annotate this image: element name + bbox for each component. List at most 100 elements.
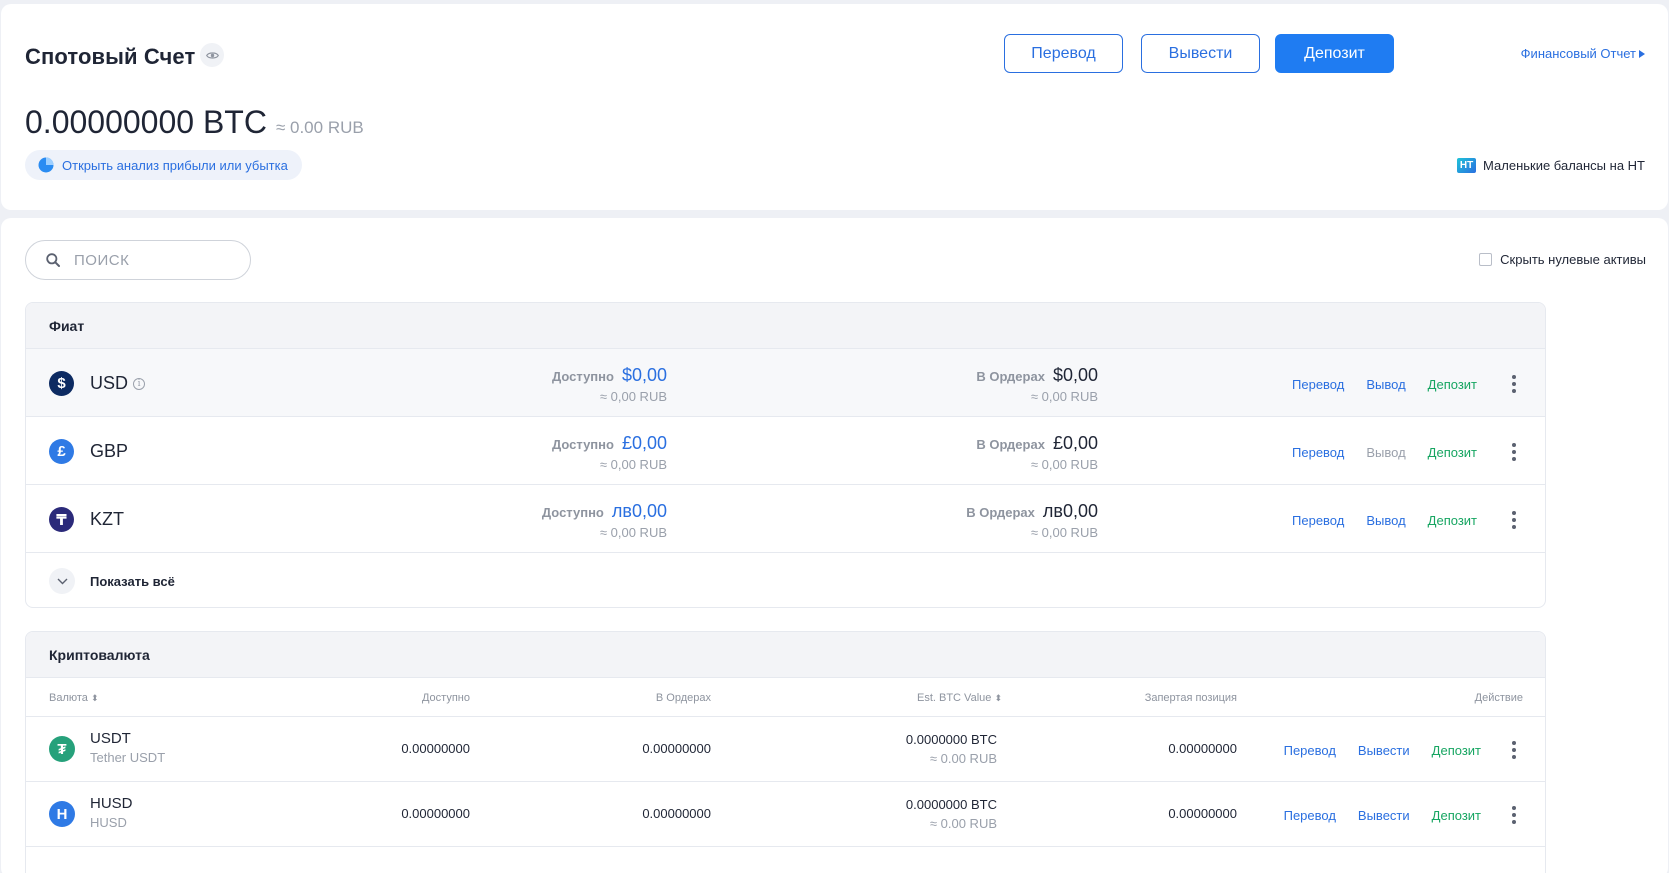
crypto-full-name: HUSD xyxy=(90,815,127,830)
fiat-row-kzt: ₸ KZT Доступно лв0,00 ≈ 0,00 RUB В Ордер… xyxy=(26,485,1545,553)
fiat-symbol: KZT xyxy=(90,509,124,529)
more-options-icon[interactable] xyxy=(1507,741,1521,759)
show-all-label: Показать всё xyxy=(90,573,175,589)
fiat-section: Фиат $ USD i Доступно $0,00 ≈ 0,00 RUB В… xyxy=(25,302,1546,608)
more-options-icon[interactable] xyxy=(1507,443,1521,461)
fiat-row-gbp: £ GBP Доступно £0,00 ≈ 0,00 RUB В Ордера… xyxy=(26,417,1545,485)
search-input[interactable] xyxy=(74,251,224,269)
more-options-icon[interactable] xyxy=(1507,806,1521,824)
balance-rub: ≈ 0.00 RUB xyxy=(275,118,364,137)
fiat-in-orders: В Ордерах лв0,00 ≈ 0,00 RUB xyxy=(966,501,1098,540)
deposit-link[interactable]: Депозит xyxy=(1428,377,1477,392)
withdraw-link[interactable]: Вывод xyxy=(1366,513,1405,528)
kzt-icon: ₸ xyxy=(49,507,74,532)
col-in-orders: В Ордерах xyxy=(655,692,711,704)
husd-icon: H xyxy=(49,801,75,827)
info-icon[interactable]: i xyxy=(133,377,146,390)
in-orders-rub: ≈ 0,00 RUB xyxy=(1030,457,1098,472)
deposit-link[interactable]: Депозит xyxy=(1428,445,1477,460)
withdraw-link[interactable]: Вывести xyxy=(1358,808,1410,823)
withdraw-link[interactable]: Вывести xyxy=(1358,743,1410,758)
fiat-section-title: Фиат xyxy=(26,303,1545,349)
row-actions: Перевод Вывод Депозит xyxy=(1292,375,1521,393)
in-orders-value: £0,00 xyxy=(1052,433,1098,453)
deposit-button[interactable]: Депозит xyxy=(1275,34,1394,73)
usdt-icon: ₮ xyxy=(49,736,75,762)
small-balances-link[interactable]: HT Маленькие балансы на HT xyxy=(1457,158,1645,173)
crypto-rub-value: ≈ 0.00 RUB xyxy=(929,751,997,766)
row-actions: Перевод Вывод Депозит xyxy=(1292,443,1521,461)
available-label: Доступно xyxy=(541,505,604,520)
col-locked: Запертая позиция xyxy=(1144,692,1237,704)
deposit-link[interactable]: Депозит xyxy=(1432,808,1481,823)
page-title: Спотовый Счет xyxy=(25,44,196,69)
col-currency-sortable[interactable]: Валюта ⬍ xyxy=(49,692,99,704)
available-value: $0,00 xyxy=(621,365,667,385)
fiat-symbol-wrap: USD i xyxy=(90,373,146,394)
hide-zero-label: Скрыть нулевые активы xyxy=(1500,252,1646,267)
fiat-available: Доступно £0,00 ≈ 0,00 RUB xyxy=(552,433,667,472)
transfer-link[interactable]: Перевод xyxy=(1292,445,1344,460)
available-label: Доступно xyxy=(551,437,614,452)
total-balance: 0.00000000 BTC ≈ 0.00 RUB xyxy=(25,104,364,141)
search-box[interactable] xyxy=(25,240,251,280)
show-all-button[interactable]: Показать всё xyxy=(26,553,1545,607)
withdraw-link[interactable]: Вывод xyxy=(1366,377,1405,392)
fiat-symbol: GBP xyxy=(90,441,129,461)
col-available: Доступно xyxy=(421,692,470,704)
in-orders-value: $0,00 xyxy=(1052,365,1098,385)
in-orders-label: В Ордерах xyxy=(976,369,1045,384)
transfer-link[interactable]: Перевод xyxy=(1284,808,1336,823)
row-actions: Перевод Вывести Депозит xyxy=(1284,806,1521,824)
pnl-analysis-button[interactable]: Открыть анализ прибыли или убытка xyxy=(25,150,302,180)
hide-zero-toggle[interactable]: Скрыть нулевые активы xyxy=(1479,252,1646,267)
withdraw-button[interactable]: Вывести xyxy=(1141,34,1260,73)
crypto-rub-value: ≈ 0.00 RUB xyxy=(929,816,997,831)
more-options-icon[interactable] xyxy=(1507,511,1521,529)
col-action: Действие xyxy=(1474,692,1523,704)
transfer-link[interactable]: Перевод xyxy=(1292,377,1344,392)
in-orders-value: лв0,00 xyxy=(1042,501,1098,521)
available-label: Доступно xyxy=(551,369,614,384)
available-rub: ≈ 0,00 RUB xyxy=(599,457,667,472)
col-btc-value-sortable[interactable]: Est. BTC Value ⬍ xyxy=(917,692,1002,704)
transfer-link[interactable]: Перевод xyxy=(1292,513,1344,528)
crypto-available: 0.00000000 xyxy=(401,806,470,821)
crypto-btc-value: 0.0000000 BTC xyxy=(905,732,997,747)
crypto-row-usdt: ₮ USDT Tether USDT 0.00000000 0.00000000… xyxy=(26,717,1545,782)
crypto-available: 0.00000000 xyxy=(401,741,470,756)
fiat-row-usd: $ USD i Доступно $0,00 ≈ 0,00 RUB В Орде… xyxy=(26,349,1545,417)
deposit-link[interactable]: Депозит xyxy=(1428,513,1477,528)
in-orders-rub: ≈ 0,00 RUB xyxy=(1030,389,1098,404)
assets-panel: Скрыть нулевые активы Фиат $ USD i Досту… xyxy=(1,218,1668,873)
crypto-in-orders: 0.00000000 xyxy=(642,806,711,821)
financial-report-link[interactable]: Финансовый Отчет xyxy=(1521,46,1645,61)
fiat-symbol-wrap: KZT xyxy=(90,509,124,530)
crypto-full-name: Tether USDT xyxy=(90,750,166,765)
deposit-link[interactable]: Депозит xyxy=(1432,743,1481,758)
in-orders-rub: ≈ 0,00 RUB xyxy=(1030,525,1098,540)
transfer-button[interactable]: Перевод xyxy=(1004,34,1123,73)
available-value: £0,00 xyxy=(621,433,667,453)
chevron-down-icon xyxy=(49,568,75,594)
col-currency: Валюта xyxy=(49,692,88,704)
transfer-link[interactable]: Перевод xyxy=(1284,743,1336,758)
fiat-in-orders: В Ордерах £0,00 ≈ 0,00 RUB xyxy=(976,433,1098,472)
crypto-locked: 0.00000000 xyxy=(1168,741,1237,756)
fiat-symbol-wrap: GBP xyxy=(90,441,128,462)
row-actions: Перевод Вывести Депозит xyxy=(1284,741,1521,759)
eye-icon[interactable] xyxy=(200,43,224,67)
crypto-symbol: HUSD xyxy=(90,795,133,812)
hide-zero-checkbox[interactable] xyxy=(1479,253,1493,266)
col-btc-value: Est. BTC Value xyxy=(917,692,992,704)
financial-report-label: Финансовый Отчет xyxy=(1520,46,1636,61)
available-value: лв0,00 xyxy=(611,501,667,521)
in-orders-label: В Ордерах xyxy=(966,505,1035,520)
sort-icon: ⬍ xyxy=(90,693,99,703)
crypto-row-husd: H HUSD HUSD 0.00000000 0.00000000 0.0000… xyxy=(26,782,1545,847)
more-options-icon[interactable] xyxy=(1507,375,1521,393)
balance-btc: 0.00000000 BTC xyxy=(25,104,267,140)
available-rub: ≈ 0,00 RUB xyxy=(599,525,667,540)
gbp-icon: £ xyxy=(49,439,74,464)
sort-icon: ⬍ xyxy=(994,693,1002,703)
